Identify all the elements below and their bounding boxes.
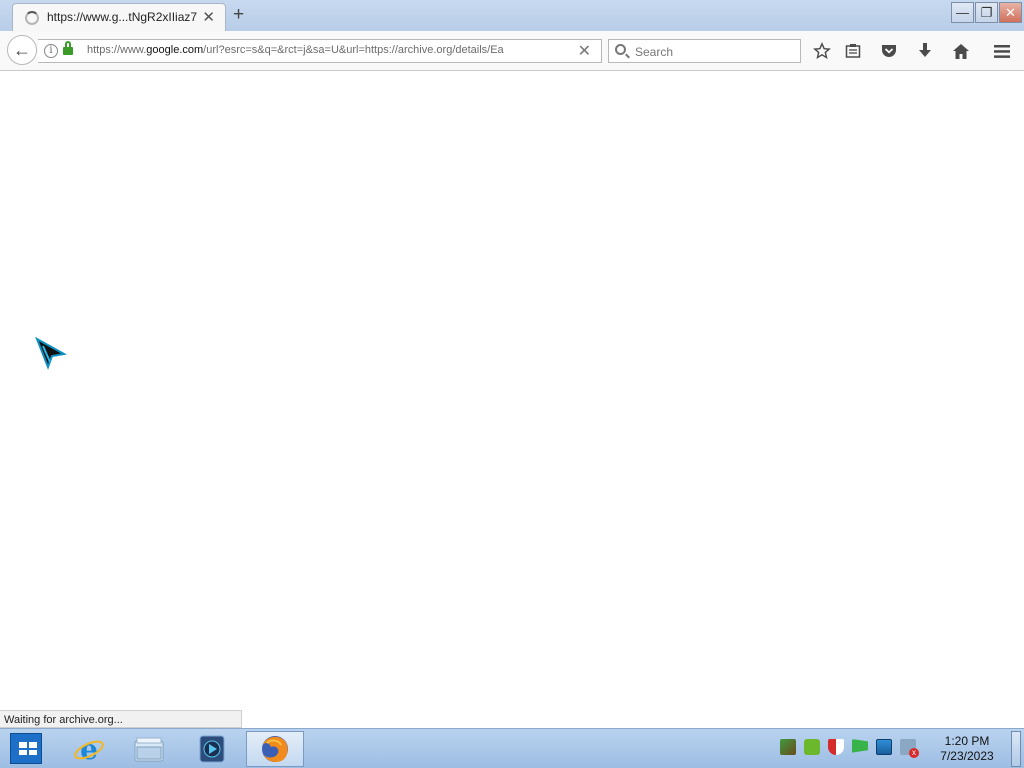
start-button[interactable] xyxy=(10,733,42,764)
media-player-icon[interactable] xyxy=(185,731,239,767)
shield-icon[interactable] xyxy=(828,739,844,755)
clock-time: 1:20 PM xyxy=(944,734,990,748)
system-tray: x xyxy=(780,739,919,758)
home-icon[interactable] xyxy=(951,41,971,61)
file-explorer-icon[interactable] xyxy=(122,731,176,767)
title-bar: https://www.g...tNgR2xIIiaz7 ✕ + — ❐ ✕ xyxy=(0,0,1024,31)
reading-list-icon[interactable] xyxy=(843,41,863,61)
volume-muted-icon[interactable]: x xyxy=(900,739,919,758)
download-icon[interactable] xyxy=(915,41,935,61)
mouse-cursor-icon xyxy=(34,336,68,375)
url-clear-icon[interactable]: ✕ xyxy=(578,41,591,61)
show-desktop-button[interactable] xyxy=(1011,731,1021,767)
firefox-icon[interactable] xyxy=(246,731,304,767)
search-icon xyxy=(615,44,626,55)
browser-tab[interactable]: https://www.g...tNgR2xIIiaz7 ✕ xyxy=(12,3,226,31)
internet-explorer-icon[interactable]: e xyxy=(62,731,116,767)
restore-button[interactable]: ❐ xyxy=(975,2,998,23)
new-tab-button[interactable]: + xyxy=(233,4,244,26)
url-text[interactable]: https://www.google.com/url?esrc=s&q=&rct… xyxy=(87,44,545,56)
svg-text:e: e xyxy=(80,733,98,765)
network-security-icon[interactable] xyxy=(780,739,796,755)
search-placeholder: Search xyxy=(635,45,674,59)
star-icon[interactable] xyxy=(812,41,832,61)
flag-icon[interactable] xyxy=(852,739,868,753)
back-button[interactable]: ← xyxy=(7,35,37,65)
url-bar[interactable]: i https://www.google.com/url?esrc=s&q=&r… xyxy=(38,39,602,63)
navigation-toolbar: ← i https://www.google.com/url?esrc=s&q=… xyxy=(0,31,1024,71)
network-icon[interactable] xyxy=(876,739,892,755)
taskbar: e x 1:20 PM 7/23/2023 xyxy=(0,728,1024,768)
search-bar[interactable]: Search xyxy=(608,39,801,63)
minimize-button[interactable]: — xyxy=(951,2,974,23)
tab-title: https://www.g...tNgR2xIIiaz7 xyxy=(47,10,198,24)
page-content xyxy=(0,72,1024,728)
tab-close-icon[interactable]: ✕ xyxy=(202,8,215,26)
utorrent-icon[interactable] xyxy=(804,739,820,755)
menu-icon[interactable] xyxy=(992,41,1012,61)
window-controls: — ❐ ✕ xyxy=(951,2,1022,23)
lock-icon xyxy=(63,41,73,55)
site-info-icon[interactable]: i xyxy=(44,44,58,58)
status-bar: Waiting for archive.org... xyxy=(0,710,242,728)
system-clock[interactable]: 1:20 PM 7/23/2023 xyxy=(932,734,1002,764)
pocket-icon[interactable] xyxy=(879,41,899,61)
clock-date: 7/23/2023 xyxy=(940,749,994,763)
loading-spinner-icon xyxy=(25,11,39,25)
close-window-button[interactable]: ✕ xyxy=(999,2,1022,23)
